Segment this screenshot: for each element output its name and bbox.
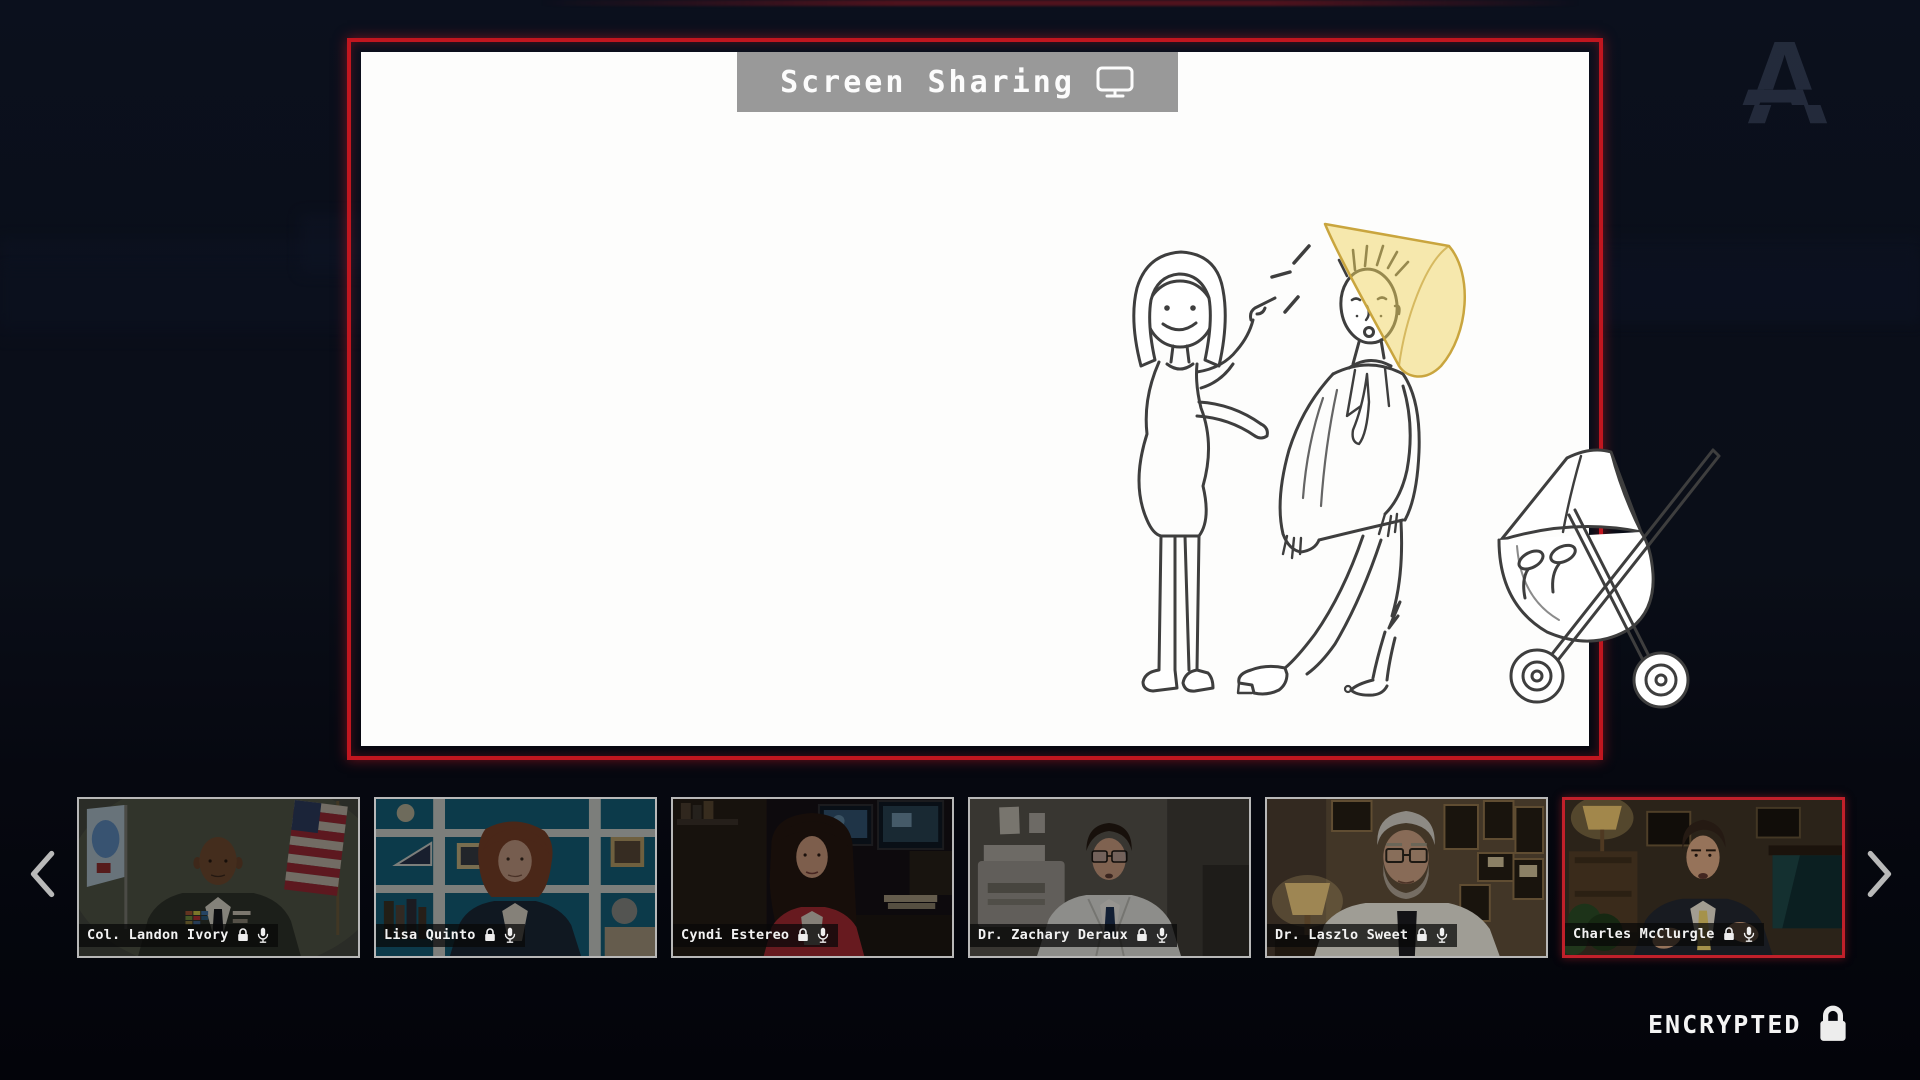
mic-icon	[1436, 927, 1448, 943]
participant-name: Charles McClurgle	[1573, 926, 1715, 942]
lock-icon	[1416, 928, 1428, 942]
participant-nameplate: Cyndi Estereo	[673, 924, 838, 947]
participant-name: Dr. Laszlo Sweet	[1275, 927, 1408, 943]
participant-nameplate: Dr. Zachary Deraux	[970, 924, 1177, 947]
participant-name: Dr. Zachary Deraux	[978, 927, 1128, 943]
top-red-glow	[540, 0, 1580, 6]
participant-tile[interactable]: Charles McClurgle	[1562, 797, 1845, 958]
monitor-icon	[1095, 65, 1135, 99]
lock-icon	[237, 928, 249, 942]
video-conference-app: A A A	[0, 0, 1920, 1080]
participant-tile[interactable]: Dr. Laszlo Sweet	[1265, 797, 1548, 958]
screen-share-title: Screen Sharing	[780, 65, 1075, 100]
mic-icon	[817, 927, 829, 943]
participant-nameplate: Lisa Quinto	[376, 924, 525, 947]
participant-tile[interactable]: Dr. Zachary Deraux	[968, 797, 1251, 958]
participant-tile[interactable]: Cyndi Estereo	[671, 797, 954, 958]
mic-icon	[504, 927, 516, 943]
lock-icon	[797, 928, 809, 942]
mic-icon	[257, 927, 269, 943]
participant-nameplate: Col. Landon Ivory	[79, 924, 278, 947]
lock-icon	[1723, 927, 1735, 941]
encryption-label: ENCRYPTED	[1648, 1010, 1801, 1039]
mic-icon	[1156, 927, 1168, 943]
participant-nameplate: Dr. Laszlo Sweet	[1267, 924, 1457, 947]
participant-name: Lisa Quinto	[384, 927, 476, 943]
screen-share-header: Screen Sharing	[737, 52, 1178, 112]
mic-icon	[1743, 926, 1755, 942]
participant-name: Cyndi Estereo	[681, 927, 789, 943]
participant-tile[interactable]: Lisa Quinto	[374, 797, 657, 958]
screen-share-content	[361, 52, 1589, 746]
lock-icon	[1136, 928, 1148, 942]
lock-icon	[484, 928, 496, 942]
chevron-left-icon	[27, 850, 57, 898]
next-participants-button[interactable]	[1856, 845, 1904, 905]
participant-tile[interactable]: Col. Landon Ivory	[77, 797, 360, 958]
shared-drawing	[1101, 202, 1741, 722]
chevron-right-icon	[1865, 850, 1895, 898]
network-watermark: A A A	[1742, 28, 1852, 148]
prev-participants-button[interactable]	[18, 845, 66, 905]
lock-icon	[1817, 1004, 1849, 1044]
participant-name: Col. Landon Ivory	[87, 927, 229, 943]
participant-nameplate: Charles McClurgle	[1565, 923, 1764, 946]
encryption-status: ENCRYPTED	[1648, 1004, 1849, 1044]
